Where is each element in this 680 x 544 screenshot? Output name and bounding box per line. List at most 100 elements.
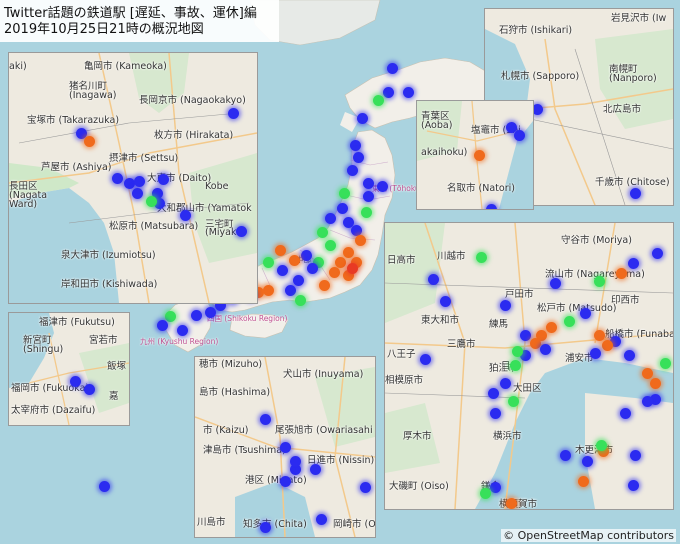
nagoya-station-marker[interactable]	[259, 413, 271, 425]
station-marker[interactable]	[402, 86, 414, 98]
kansai-station-marker[interactable]	[133, 175, 145, 187]
station-marker[interactable]	[274, 244, 286, 256]
kanto-station-marker[interactable]	[581, 455, 593, 467]
kanto-station-marker[interactable]	[519, 329, 531, 341]
kanto-station-marker[interactable]	[593, 329, 605, 341]
kanto-station-marker[interactable]	[487, 387, 499, 399]
kanto-station-marker[interactable]	[619, 407, 631, 419]
station-marker[interactable]	[382, 86, 394, 98]
kanto-station-marker[interactable]	[641, 395, 653, 407]
kanto-station-marker[interactable]	[479, 487, 491, 499]
fukuoka-station-marker[interactable]	[69, 375, 81, 387]
station-marker[interactable]	[376, 180, 388, 192]
kanto-station-marker[interactable]	[601, 339, 613, 351]
nagoya-station-marker[interactable]	[289, 455, 301, 467]
kansai-station-marker[interactable]	[179, 209, 191, 221]
station-marker[interactable]	[346, 164, 358, 176]
station-marker[interactable]	[262, 284, 274, 296]
kanto-station-marker[interactable]	[529, 337, 541, 349]
station-marker[interactable]	[292, 274, 304, 286]
kansai-station-marker[interactable]	[111, 172, 123, 184]
kanto-station-marker[interactable]	[505, 497, 517, 509]
kanto-station-marker[interactable]	[475, 251, 487, 263]
fukuoka-station-marker[interactable]	[83, 383, 95, 395]
station-marker[interactable]	[288, 254, 300, 266]
station-marker[interactable]	[204, 306, 216, 318]
nagoya-station-marker[interactable]	[309, 463, 321, 475]
station-marker[interactable]	[360, 206, 372, 218]
sendai-station-marker[interactable]	[473, 149, 485, 161]
map-stage[interactable]: 中部 四国 (Shikoku Region) 九州 (Kyushu Region…	[0, 0, 680, 544]
kanto-station-marker[interactable]	[627, 479, 639, 491]
kanto-station-marker[interactable]	[593, 275, 605, 287]
kanto-station-marker[interactable]	[559, 449, 571, 461]
station-marker[interactable]	[342, 246, 354, 258]
station-marker[interactable]	[262, 256, 274, 268]
kanto-station-marker[interactable]	[509, 359, 521, 371]
kanto-station-marker[interactable]	[499, 377, 511, 389]
kanto-station-marker[interactable]	[439, 295, 451, 307]
kanto-station-marker[interactable]	[629, 449, 641, 461]
kanto-station-marker[interactable]	[419, 353, 431, 365]
nagoya-station-marker[interactable]	[359, 481, 371, 493]
station-marker[interactable]	[306, 262, 318, 274]
kanto-station-marker[interactable]	[545, 321, 557, 333]
kanto-station-marker[interactable]	[489, 407, 501, 419]
nagoya-station-marker[interactable]	[315, 513, 327, 525]
station-marker[interactable]	[276, 264, 288, 276]
kansai-station-marker[interactable]	[227, 107, 239, 119]
kanto-station-marker[interactable]	[511, 345, 523, 357]
station-marker[interactable]	[300, 249, 312, 261]
nagoya-station-marker[interactable]	[259, 521, 271, 533]
kanto-station-marker[interactable]	[589, 347, 601, 359]
kanto-station-marker[interactable]	[563, 315, 575, 327]
station-marker[interactable]	[352, 151, 364, 163]
station-marker[interactable]	[318, 279, 330, 291]
station-marker[interactable]	[176, 324, 188, 336]
station-marker[interactable]	[336, 202, 348, 214]
kanto-station-marker[interactable]	[577, 475, 589, 487]
panel-fukuoka[interactable]: 福津市 (Fukutsu) 宮若市 新宮町 (Shingu) 飯塚 福岡市 (Fukuok…	[8, 312, 130, 426]
station-marker[interactable]	[156, 319, 168, 331]
kanto-station-marker[interactable]	[539, 343, 551, 355]
station-marker[interactable]	[362, 177, 374, 189]
kanto-station-marker[interactable]	[507, 395, 519, 407]
station-marker[interactable]	[334, 256, 346, 268]
kanto-station-marker[interactable]	[641, 367, 653, 379]
hokkaido-station-marker[interactable]	[629, 187, 641, 199]
kanto-station-marker[interactable]	[615, 267, 627, 279]
kansai-station-marker[interactable]	[123, 177, 135, 189]
station-marker[interactable]	[324, 239, 336, 251]
station-marker[interactable]	[362, 190, 374, 202]
station-marker[interactable]	[372, 94, 384, 106]
station-marker[interactable]	[356, 112, 368, 124]
station-marker[interactable]	[350, 224, 362, 236]
station-marker[interactable]	[386, 62, 398, 74]
kanto-station-marker[interactable]	[579, 307, 591, 319]
kansai-station-marker[interactable]	[235, 225, 247, 237]
station-marker[interactable]	[294, 294, 306, 306]
kanto-station-marker[interactable]	[651, 247, 663, 259]
kanto-station-marker[interactable]	[649, 377, 661, 389]
station-marker[interactable]	[338, 187, 350, 199]
sendai-station-marker[interactable]	[485, 203, 497, 209]
kansai-station-marker[interactable]	[157, 173, 169, 185]
kansai-station-marker[interactable]	[131, 187, 143, 199]
sendai-station-marker[interactable]	[513, 129, 525, 141]
kanto-station-marker[interactable]	[627, 257, 639, 269]
station-marker[interactable]	[324, 212, 336, 224]
kanto-station-marker[interactable]	[549, 277, 561, 289]
station-marker[interactable]	[164, 310, 176, 322]
panel-kansai[interactable]: 亀岡市 (Kameoka) 猪名川町 (Inagawa) 長岡京市 (Nagaokak…	[8, 52, 258, 304]
kanto-station-marker[interactable]	[659, 357, 671, 369]
kanto-station-marker[interactable]	[595, 439, 607, 451]
panel-sendai[interactable]: 青葉区 (Aoba) 塩竈市 (Shi akaihoku) 名取市 (Natori)	[416, 100, 534, 210]
station-marker[interactable]	[346, 262, 358, 274]
station-marker[interactable]	[316, 226, 328, 238]
kansai-station-marker[interactable]	[83, 135, 95, 147]
panel-nagoya[interactable]: 穂市 (Mizuho) 犬山市 (Inuyama) 島市 (Hashima) 市 (K…	[194, 356, 376, 538]
kanto-station-marker[interactable]	[427, 273, 439, 285]
kanto-station-marker[interactable]	[499, 299, 511, 311]
station-marker[interactable]	[98, 480, 110, 492]
station-marker[interactable]	[354, 234, 366, 246]
